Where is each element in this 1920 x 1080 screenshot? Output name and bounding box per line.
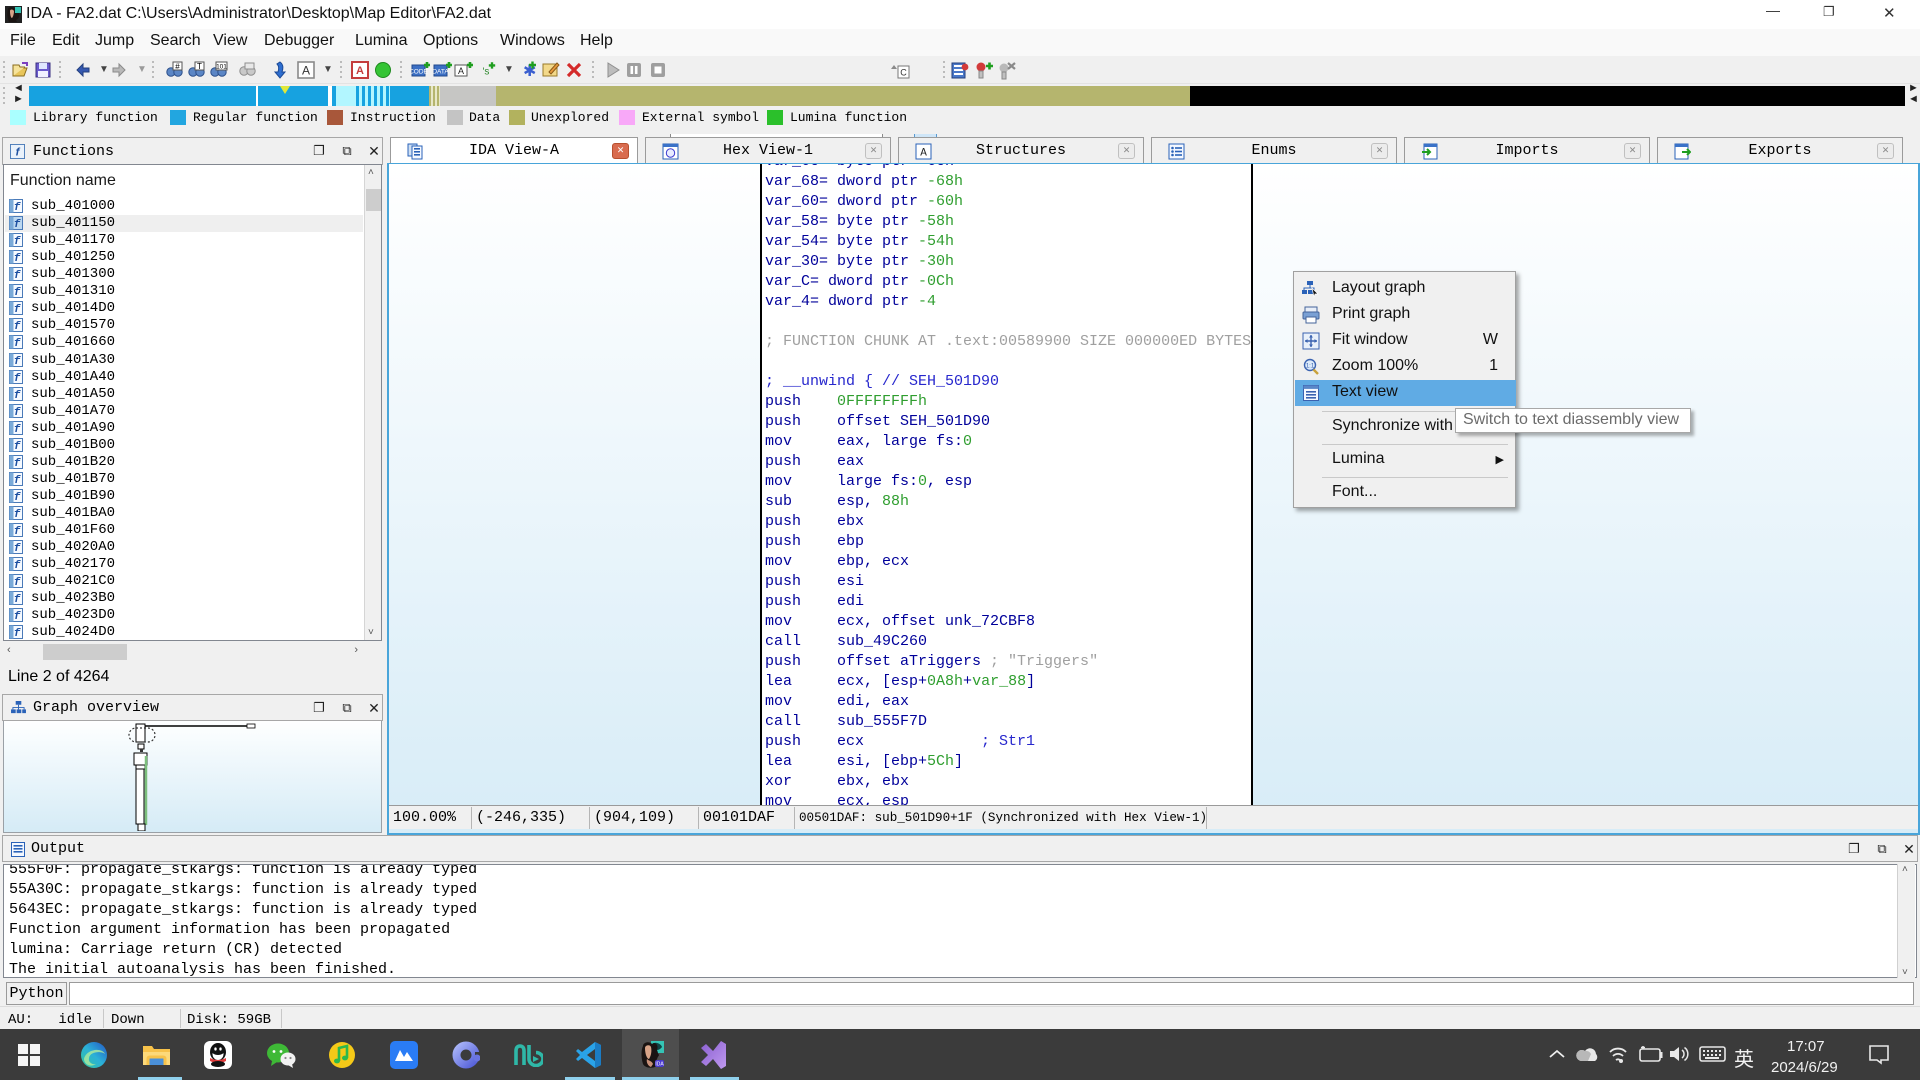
svg-text:A: A xyxy=(356,65,364,77)
svg-text:IDA: IDA xyxy=(655,1062,664,1068)
svg-text:DATA: DATA xyxy=(433,69,449,76)
svg-text:'s: 's xyxy=(482,67,489,78)
svg-text:101: 101 xyxy=(216,64,227,71)
svg-text:A: A xyxy=(458,66,464,76)
svg-text:#: # xyxy=(175,62,180,71)
svg-text:C: C xyxy=(900,68,907,78)
svg-text:CODE: CODE xyxy=(411,69,429,76)
svg-text:A: A xyxy=(302,64,310,78)
svg-text:T: T xyxy=(197,62,202,71)
svg-text:1:1: 1:1 xyxy=(1306,364,1315,370)
